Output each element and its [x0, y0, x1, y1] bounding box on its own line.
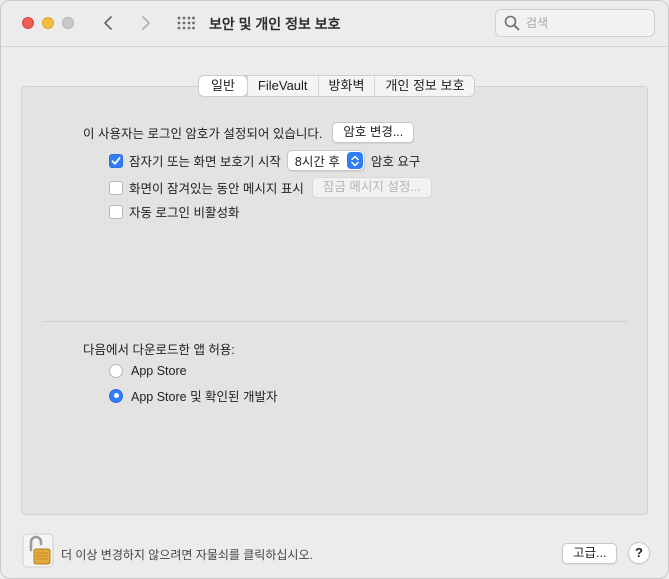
radio-identified-developers[interactable] — [109, 388, 123, 403]
help-button[interactable]: ? — [628, 542, 650, 564]
require-password-label: 잠자기 또는 화면 보호기 시작 — [129, 155, 281, 169]
up-down-chevron-icon — [351, 155, 359, 166]
chevron-left-icon — [104, 16, 112, 30]
forward-button[interactable] — [137, 12, 155, 34]
titlebar: 보안 및 개인 정보 보호 — [1, 1, 668, 47]
require-password-checkbox[interactable] — [109, 153, 123, 168]
radio-app-store[interactable] — [109, 364, 123, 378]
change-password-button[interactable]: 암호 변경... — [332, 122, 415, 143]
minimize-window-button[interactable] — [42, 17, 54, 29]
radio-app-store-label: App Store — [131, 364, 187, 378]
tab-filevault[interactable]: FileVault — [246, 76, 318, 96]
close-window-button[interactable] — [22, 17, 34, 29]
tab-general[interactable]: 일반 — [199, 76, 247, 96]
require-password-suffix: 암호 요구 — [370, 155, 421, 169]
lock-open-icon[interactable] — [22, 532, 54, 568]
show-message-checkbox[interactable] — [109, 180, 123, 195]
show-message-row: 화면이 잠겨있는 동안 메시지 표시 잠금 메시지 설정... — [109, 177, 432, 198]
require-password-row: 잠자기 또는 화면 보호기 시작 8시간 후 암호 요구 — [109, 150, 420, 171]
search-icon — [504, 15, 520, 31]
tab-bar: 일반 FileVault 방화벽 개인 정보 보호 — [198, 75, 476, 97]
radio-selected-dot — [113, 393, 119, 398]
search-field[interactable] — [495, 9, 655, 37]
advanced-button[interactable]: 고급... — [562, 543, 618, 564]
auto-login-row: 자동 로그인 비활성화 — [109, 202, 239, 221]
tab-firewall[interactable]: 방화벽 — [317, 76, 375, 96]
chevron-right-icon — [142, 16, 150, 30]
password-status-text: 이 사용자는 로그인 암호가 설정되어 있습니다. — [83, 127, 323, 141]
preferences-window: 보안 및 개인 정보 보호 일반 FileVault 방화벽 개인 정보 보호 … — [0, 0, 669, 579]
select-value: 8시간 후 — [294, 155, 340, 169]
show-message-label: 화면이 잠겨있는 동안 메시지 표시 — [129, 182, 304, 196]
disable-auto-login-label: 자동 로그인 비활성화 — [129, 206, 240, 220]
allow-apps-heading: 다음에서 다운로드한 앱 허용: — [83, 339, 235, 358]
allow-apps-heading-text: 다음에서 다운로드한 앱 허용: — [83, 343, 235, 357]
select-stepper — [346, 152, 363, 169]
radio-identified-developers-label: App Store 및 확인된 개발자 — [131, 390, 278, 404]
zoom-window-button[interactable] — [62, 17, 74, 29]
radio-app-store-row[interactable]: App Store — [109, 364, 187, 378]
lock-hint-text: 더 이상 변경하지 않으려면 자물쇠를 클릭하십시오. — [61, 548, 313, 562]
set-lock-message-button[interactable]: 잠금 메시지 설정... — [311, 177, 432, 198]
section-divider — [42, 321, 627, 322]
window-title: 보안 및 개인 정보 보호 — [209, 16, 341, 32]
password-row: 이 사용자는 로그인 암호가 설정되어 있습니다. 암호 변경... — [83, 122, 415, 143]
tab-privacy[interactable]: 개인 정보 보호 — [374, 76, 474, 96]
radio-identified-developers-row[interactable]: App Store 및 확인된 개발자 — [109, 386, 278, 405]
disable-auto-login-checkbox[interactable] — [109, 204, 123, 219]
back-button[interactable] — [99, 12, 117, 34]
search-input[interactable] — [526, 16, 646, 30]
show-all-grid-icon[interactable] — [177, 15, 195, 33]
checkmark-icon — [111, 156, 121, 165]
require-password-delay-select[interactable]: 8시간 후 — [286, 150, 365, 171]
